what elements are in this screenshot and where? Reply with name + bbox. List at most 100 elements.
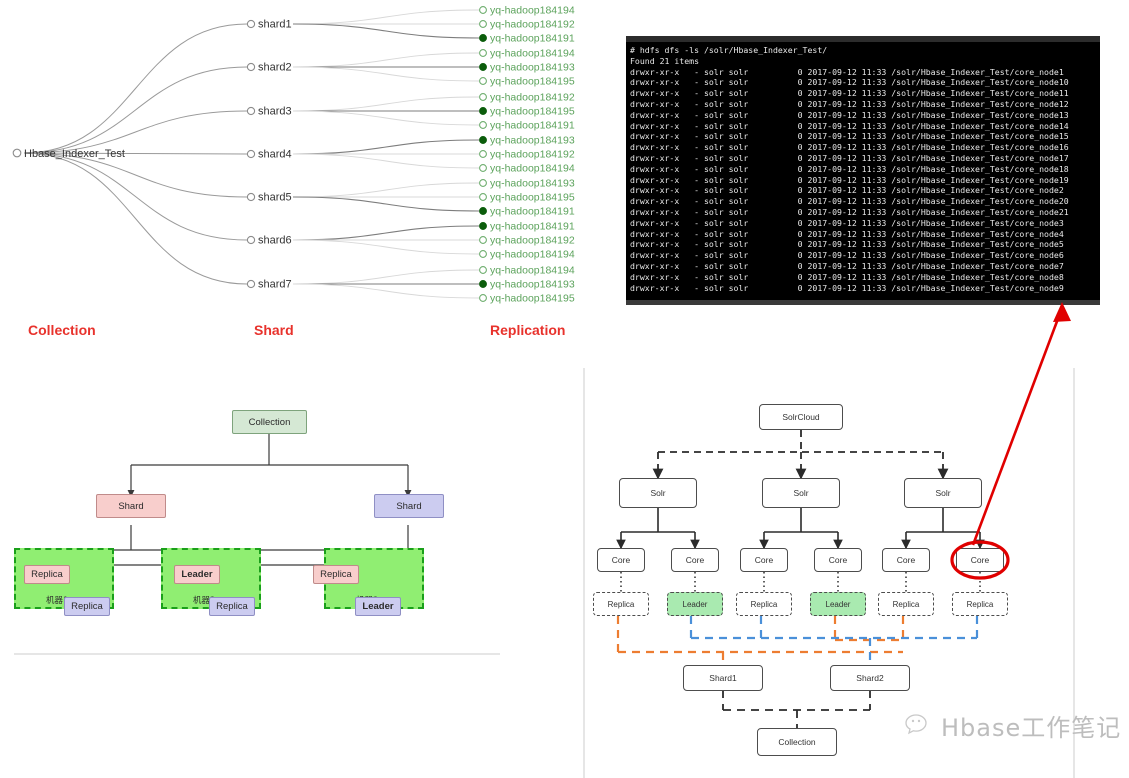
tree-link: [23, 110, 248, 154]
divider-vertical-center: [583, 368, 585, 778]
tree-link: [23, 23, 248, 154]
replica-node-leader-circle: [479, 280, 487, 288]
shard-node-circle: [246, 149, 256, 159]
terminal-listing-row: drwxr-xr-x - solr solr 0 2017-09-12 11:3…: [630, 88, 1069, 99]
shard-node-label: shard1: [258, 19, 292, 31]
replica-node-label: yq-hadoop184191: [490, 205, 575, 217]
terminal-listing-row: drwxr-xr-x - solr solr 0 2017-09-12 11:3…: [630, 98, 1069, 109]
replica-node-label: yq-hadoop184195: [490, 75, 575, 87]
collection-tree-panel: shard1 yq-hadoop184194 yq-hadoop184192 yq-h…: [0, 0, 600, 350]
terminal-listing-row: drwxr-xr-x - solr solr 0 2017-09-12 11:3…: [630, 152, 1069, 163]
replica-node-label: yq-hadoop184191: [490, 32, 575, 44]
tree-link: [292, 52, 480, 68]
replica-node-circle: [479, 93, 487, 101]
replica-box-m3: Replica: [313, 565, 359, 584]
core-box-1: Core: [597, 548, 645, 572]
tree-link: [292, 269, 480, 285]
replica-node-label: yq-hadoop184193: [490, 61, 575, 73]
tree-link: [292, 153, 480, 169]
replica-node-label: yq-hadoop184193: [490, 134, 575, 146]
replica-node-leader-circle: [479, 34, 487, 42]
tree-link: [292, 225, 480, 241]
replica-node-circle: [479, 164, 487, 172]
replica-box-1: Replica: [593, 592, 649, 616]
terminal-listing-row: drwxr-xr-x - solr solr 0 2017-09-12 11:3…: [630, 174, 1069, 185]
terminal-listing-row: drwxr-xr-x - solr solr 0 2017-09-12 11:3…: [630, 163, 1069, 174]
shard-node-circle: [246, 106, 256, 116]
replica-node-circle: [479, 77, 487, 85]
terminal-found-line: Found 21 items: [630, 55, 700, 66]
shard1-box: Shard1: [683, 665, 763, 691]
solr-box-3: Solr: [904, 478, 982, 508]
core-box-2: Core: [671, 548, 719, 572]
core-box-5: Core: [882, 548, 930, 572]
terminal-listing-row: drwxr-xr-x - solr solr 0 2017-09-12 11:3…: [630, 109, 1069, 120]
terminal-listing-row: drwxr-xr-x - solr solr 0 2017-09-12 11:3…: [630, 239, 1064, 250]
tier-label-shard: Shard: [254, 322, 294, 338]
replica-node-circle: [479, 49, 487, 57]
terminal-listing-row: drwxr-xr-x - solr solr 0 2017-09-12 11:3…: [630, 206, 1069, 217]
replica-node-label: yq-hadoop184191: [490, 119, 575, 131]
replica-node-circle: [479, 179, 487, 187]
replica-node-label: yq-hadoop184194: [490, 47, 575, 59]
core-box-4: Core: [814, 548, 862, 572]
watermark-text: Hbase工作笔记: [941, 714, 1122, 742]
tree-link: [292, 110, 480, 126]
terminal-listing-row: drwxr-xr-x - solr solr 0 2017-09-12 11:3…: [630, 142, 1069, 153]
replica-node-label: yq-hadoop184195: [490, 292, 575, 304]
replica-node-leader-circle: [479, 63, 487, 71]
replica-node-leader-circle: [479, 207, 487, 215]
tree-link: [292, 139, 480, 155]
terminal-listing-row: drwxr-xr-x - solr solr 0 2017-09-12 11:3…: [630, 228, 1064, 239]
collection-tree-svg: shard1 yq-hadoop184194 yq-hadoop184192 yq-h…: [12, 4, 575, 304]
tree-link: [23, 152, 248, 241]
shard-node-label: shard5: [258, 192, 292, 204]
tier-label-replication: Replication: [490, 322, 566, 338]
replica-node-circle: [479, 250, 487, 258]
shard-node-label: shard4: [258, 149, 292, 161]
annotation-arrow-head: [1053, 302, 1071, 322]
replica-node-leader-circle: [479, 136, 487, 144]
terminal-listing-row: drwxr-xr-x - solr solr 0 2017-09-12 11:3…: [630, 185, 1064, 196]
replica-node-label: yq-hadoop184192: [490, 148, 575, 160]
leader-box-2: Leader: [810, 592, 866, 616]
divider-horizontal-left: [14, 653, 500, 655]
shard-box-right: Shard: [374, 494, 444, 518]
terminal-listing-row: drwxr-xr-x - solr solr 0 2017-09-12 11:3…: [630, 77, 1069, 88]
leader-box-m2: Leader: [174, 565, 220, 584]
tree-link: [292, 239, 480, 255]
terminal-listing-row: drwxr-xr-x - solr solr 0 2017-09-12 11:3…: [630, 250, 1064, 261]
replica-leader-diagram: 机器1 机器2 机器3 Collection Shard Shard Repli…: [0, 360, 583, 660]
shard-node-circle: [246, 279, 256, 289]
leader-box-1: Leader: [667, 592, 723, 616]
replica-box-m2: Replica: [209, 597, 255, 616]
replica-node-leader-circle: [479, 107, 487, 115]
terminal-listing-row: drwxr-xr-x - solr solr 0 2017-09-12 11:3…: [630, 217, 1064, 228]
solr-box-1: Solr: [619, 478, 697, 508]
tree-link: [292, 196, 480, 212]
replica-node-circle: [479, 121, 487, 129]
terminal-listing-row: drwxr-xr-x - solr solr 0 2017-09-12 11:3…: [630, 120, 1069, 131]
collection-box-solrcloud: Collection: [757, 728, 837, 756]
wechat-icon: [905, 713, 927, 734]
shard-node-label: shard3: [258, 106, 292, 118]
replica-node-label: yq-hadoop184191: [490, 220, 575, 232]
replica-node-label: yq-hadoop184195: [490, 105, 575, 117]
terminal-listing-row: drwxr-xr-x - solr solr 0 2017-09-12 11:3…: [630, 282, 1064, 293]
watermark: Hbase工作笔记: [905, 708, 1121, 743]
replica-node-label: yq-hadoop184192: [490, 18, 575, 30]
shard-box-left: Shard: [96, 494, 166, 518]
terminal-listing-row: drwxr-xr-x - solr solr 0 2017-09-12 11:3…: [630, 196, 1069, 207]
shard-node-label: shard2: [258, 62, 292, 74]
tree-link: [292, 23, 480, 39]
collection-root-circle: [12, 148, 22, 158]
collection-root-label: Hbase_Indexer_Test: [24, 148, 125, 160]
replica-node-label: yq-hadoop184194: [490, 162, 575, 174]
replica-node-label: yq-hadoop184194: [490, 248, 575, 260]
replica-box-4: Replica: [952, 592, 1008, 616]
tree-link: [292, 96, 480, 112]
solr-box-2: Solr: [762, 478, 840, 508]
leader-box-m3: Leader: [355, 597, 401, 616]
replica-node-circle: [479, 20, 487, 28]
shard-node-circle: [246, 235, 256, 245]
